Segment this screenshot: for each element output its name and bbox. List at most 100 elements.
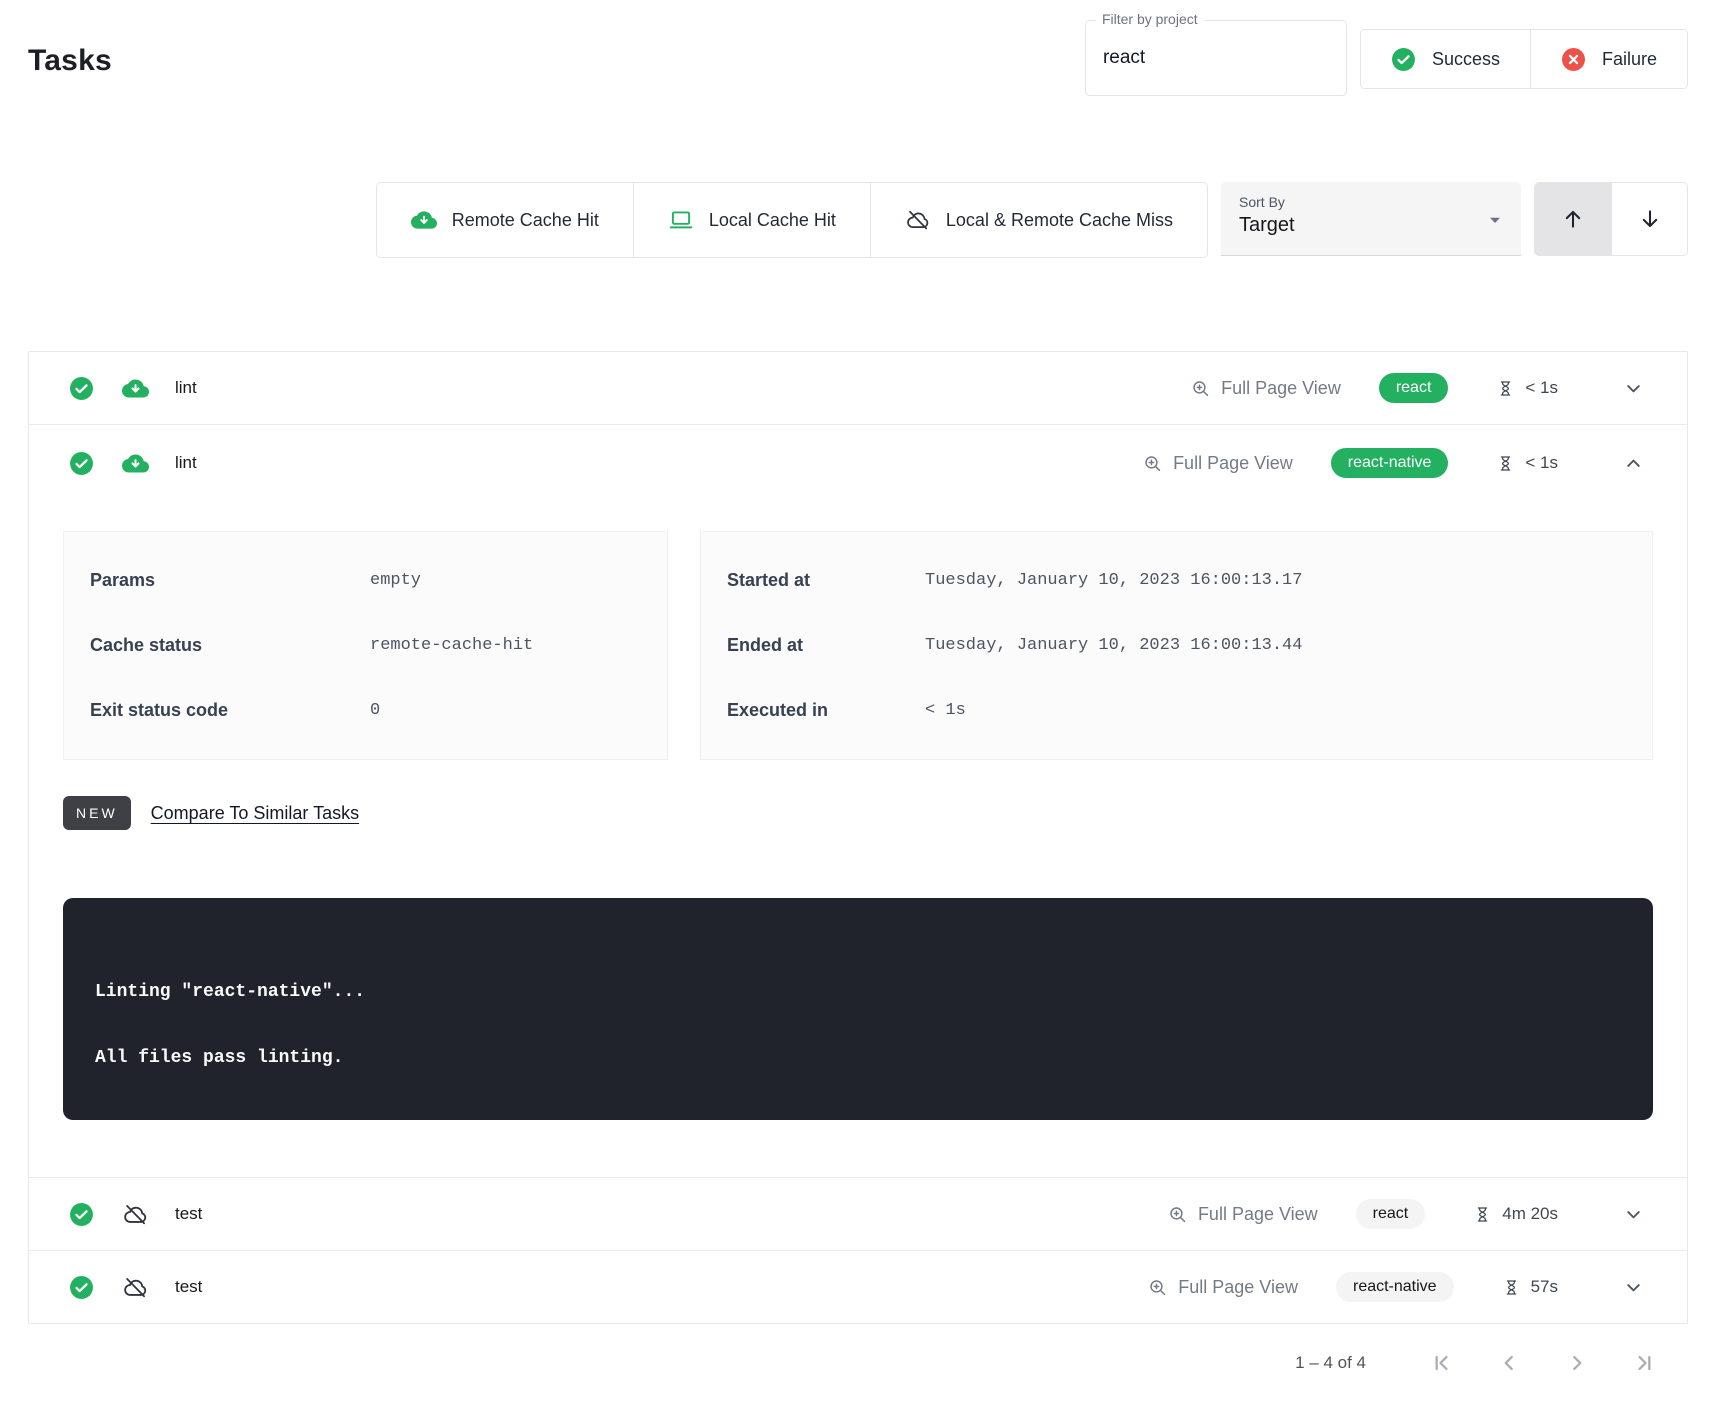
last-page-icon <box>1632 1350 1658 1376</box>
sort-ascending-button[interactable] <box>1535 183 1611 255</box>
task-row-header[interactable]: lint Full Page View react < 1s <box>29 352 1687 424</box>
sort-by-label: Sort By <box>1239 194 1503 210</box>
task-row-header[interactable]: test Full Page View react 4m 20s <box>29 1178 1687 1250</box>
status-filter-group: Success Failure <box>1360 29 1688 89</box>
task-duration: 4m 20s <box>1473 1204 1558 1224</box>
laptop-icon <box>668 207 694 233</box>
full-page-view-label: Full Page View <box>1173 453 1293 474</box>
sort-by-select[interactable]: Sort By Target <box>1221 182 1521 256</box>
sort-descending-button[interactable] <box>1611 183 1687 255</box>
task-row-header[interactable]: test Full Page View react-native 57s <box>29 1251 1687 1323</box>
expand-button[interactable] <box>1620 375 1647 402</box>
x-circle-icon <box>1561 47 1586 72</box>
pagination-range: 1 – 4 of 4 <box>1295 1353 1366 1373</box>
detail-row-params: Params empty <box>90 548 641 613</box>
zoom-in-icon <box>1147 1277 1168 1298</box>
params-label: Params <box>90 570 370 591</box>
task-details: Params empty Cache status remote-cache-h… <box>29 531 1687 1120</box>
task-name: lint <box>175 453 197 473</box>
arrow-up-icon <box>1560 206 1586 232</box>
cache-miss-filter-button[interactable]: Local & Remote Cache Miss <box>870 183 1207 257</box>
hourglass-icon <box>1502 1278 1521 1297</box>
remote-cache-hit-icon <box>122 375 149 402</box>
task-name: lint <box>175 378 197 398</box>
remote-cache-hit-label: Remote Cache Hit <box>452 210 599 231</box>
full-page-view-label: Full Page View <box>1178 1277 1298 1298</box>
local-cache-hit-filter-button[interactable]: Local Cache Hit <box>633 183 870 257</box>
cloud-slash-icon <box>122 1274 149 1301</box>
project-filter-label: Filter by project <box>1096 11 1204 27</box>
project-badge: react-native <box>1331 448 1449 478</box>
success-filter-label: Success <box>1432 49 1500 70</box>
exit-code-value: 0 <box>370 701 380 720</box>
failure-filter-button[interactable]: Failure <box>1530 30 1687 88</box>
new-badge: NEW <box>63 796 131 830</box>
expand-button[interactable] <box>1620 1201 1647 1228</box>
pagination: 1 – 4 of 4 <box>0 1324 1716 1376</box>
terminal-line: Linting "react-native"... <box>95 982 1621 1002</box>
first-page-button[interactable] <box>1428 1350 1454 1376</box>
chevron-down-icon <box>1622 1203 1645 1226</box>
detail-row-cache-status: Cache status remote-cache-hit <box>90 613 641 678</box>
compare-to-similar-tasks-link[interactable]: Compare To Similar Tasks <box>151 803 359 824</box>
success-status-icon <box>69 451 94 476</box>
detail-row-ended-at: Ended at Tuesday, January 10, 2023 16:00… <box>727 613 1626 678</box>
params-value: empty <box>370 571 421 590</box>
hourglass-icon <box>1496 379 1515 398</box>
caret-down-icon <box>1483 208 1507 232</box>
task-duration-value: < 1s <box>1525 453 1558 473</box>
full-page-view-link[interactable]: Full Page View <box>1142 453 1293 474</box>
full-page-view-link[interactable]: Full Page View <box>1167 1204 1318 1225</box>
task-duration: < 1s <box>1496 378 1558 398</box>
task-duration-value: 4m 20s <box>1502 1204 1558 1224</box>
project-badge: react-native <box>1336 1272 1454 1302</box>
cache-status-label: Cache status <box>90 635 370 656</box>
task-duration: 57s <box>1502 1277 1558 1297</box>
cloud-slash-icon <box>905 207 931 233</box>
success-status-icon <box>69 1275 94 1300</box>
failure-filter-label: Failure <box>1602 49 1657 70</box>
hourglass-icon <box>1496 454 1515 473</box>
full-page-view-link[interactable]: Full Page View <box>1147 1277 1298 1298</box>
chevron-right-icon <box>1564 1350 1590 1376</box>
zoom-in-icon <box>1142 453 1163 474</box>
expand-button[interactable] <box>1620 1274 1647 1301</box>
task-row: test Full Page View react 4m 20s <box>29 1177 1687 1250</box>
full-page-view-label: Full Page View <box>1221 378 1341 399</box>
cache-miss-label: Local & Remote Cache Miss <box>946 210 1173 231</box>
chevron-up-icon <box>1622 452 1645 475</box>
page-title: Tasks <box>28 44 112 78</box>
page-header: Tasks Filter by project Success Failure <box>0 0 1716 96</box>
project-filter-field: Filter by project <box>1085 20 1347 96</box>
remote-cache-hit-filter-button[interactable]: Remote Cache Hit <box>377 183 633 257</box>
executed-in-value: < 1s <box>925 701 966 720</box>
project-filter-input[interactable] <box>1103 47 1323 69</box>
full-page-view-label: Full Page View <box>1198 1204 1318 1225</box>
task-duration: < 1s <box>1496 453 1558 473</box>
detail-row-started-at: Started at Tuesday, January 10, 2023 16:… <box>727 548 1626 613</box>
chevron-down-icon <box>1622 1276 1645 1299</box>
detail-row-exit-code: Exit status code 0 <box>90 678 641 743</box>
last-page-button[interactable] <box>1632 1350 1658 1376</box>
previous-page-button[interactable] <box>1496 1350 1522 1376</box>
task-row-expanded: lint Full Page View react-native < 1s <box>29 424 1687 1120</box>
ended-at-label: Ended at <box>727 635 925 656</box>
success-filter-button[interactable]: Success <box>1361 30 1530 88</box>
task-row-header[interactable]: lint Full Page View react-native < 1s <box>29 425 1687 501</box>
sort-by-value: Target <box>1239 214 1503 237</box>
cache-status-value: remote-cache-hit <box>370 636 533 655</box>
arrow-down-icon <box>1637 206 1663 232</box>
started-at-label: Started at <box>727 570 925 591</box>
detail-row-executed-in: Executed in < 1s <box>727 678 1626 743</box>
zoom-in-icon <box>1167 1204 1188 1225</box>
compare-row: NEW Compare To Similar Tasks <box>63 796 1653 830</box>
next-page-button[interactable] <box>1564 1350 1590 1376</box>
chevron-left-icon <box>1496 1350 1522 1376</box>
task-name: test <box>175 1204 202 1224</box>
full-page-view-link[interactable]: Full Page View <box>1190 378 1341 399</box>
task-list: lint Full Page View react < 1s <box>28 351 1688 1324</box>
check-circle-icon <box>1391 47 1416 72</box>
task-row: lint Full Page View react < 1s <box>29 352 1687 424</box>
collapse-button[interactable] <box>1620 450 1647 477</box>
task-duration-value: 57s <box>1531 1277 1558 1297</box>
